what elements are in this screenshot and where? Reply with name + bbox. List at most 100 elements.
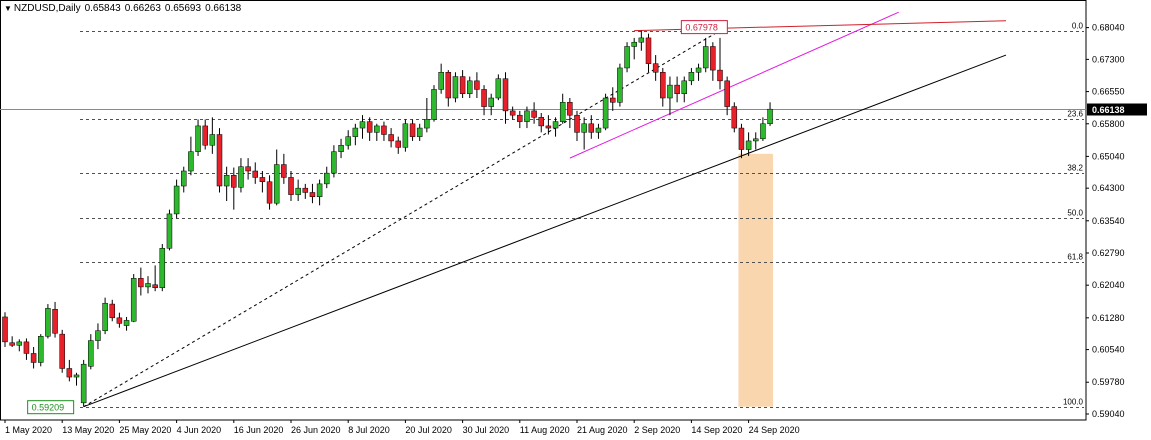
trendline-black[interactable] [83, 54, 1007, 408]
candle-body[interactable] [545, 125, 552, 129]
candle-body[interactable] [402, 123, 409, 148]
candle-body[interactable] [245, 166, 251, 172]
candle-body[interactable] [424, 119, 430, 129]
candle-body[interactable] [395, 140, 401, 148]
candle-body[interactable] [474, 80, 480, 90]
candle-body[interactable] [467, 80, 473, 94]
candle-body[interactable] [738, 127, 745, 150]
candle-body[interactable] [366, 121, 373, 133]
candle-body[interactable] [309, 192, 316, 198]
candle-body[interactable] [266, 181, 273, 204]
candle-body[interactable] [374, 125, 380, 133]
candle-body[interactable] [238, 166, 244, 188]
candle-body[interactable] [652, 63, 659, 73]
candle-body[interactable] [59, 333, 65, 369]
candle-body[interactable] [388, 134, 394, 142]
candle-body[interactable] [531, 110, 537, 118]
candle-body[interactable] [359, 121, 366, 129]
candle-body[interactable] [66, 368, 73, 378]
candle-body[interactable] [109, 303, 115, 319]
candle-body[interactable] [116, 317, 123, 324]
candle-body[interactable] [645, 37, 652, 64]
candle-body[interactable] [45, 308, 51, 337]
candle-body[interactable] [681, 80, 687, 94]
candle-body[interactable] [331, 151, 337, 174]
candle-body[interactable] [9, 342, 15, 346]
candle-body[interactable] [202, 125, 208, 146]
candle-body[interactable] [188, 151, 194, 172]
candle-body[interactable] [431, 89, 437, 120]
candle-body[interactable] [760, 123, 766, 140]
candle-body[interactable] [38, 336, 44, 363]
candle-body[interactable] [145, 283, 151, 288]
candle-body[interactable] [281, 164, 287, 178]
candle-body[interactable] [316, 183, 323, 198]
candle-body[interactable] [674, 84, 680, 94]
candle-body[interactable] [524, 110, 530, 122]
candle-body[interactable] [324, 172, 330, 185]
candle-body[interactable] [30, 353, 37, 363]
candle-body[interactable] [452, 76, 459, 99]
candle-body[interactable] [381, 125, 387, 135]
candle-body[interactable] [688, 72, 695, 82]
candle-body[interactable] [416, 127, 423, 137]
candle-body[interactable] [181, 170, 187, 187]
candle-body[interactable] [231, 175, 237, 188]
candle-body[interactable] [502, 78, 509, 112]
candle-body[interactable] [624, 46, 630, 69]
candle-body[interactable] [95, 330, 101, 341]
candle-body[interactable] [574, 114, 580, 133]
candle-body[interactable] [559, 102, 566, 122]
candle-body[interactable] [438, 72, 444, 90]
candle-body[interactable] [567, 102, 573, 116]
candle-body[interactable] [302, 187, 309, 193]
candle-body[interactable] [273, 164, 280, 204]
candle-body[interactable] [80, 363, 87, 404]
candle-body[interactable] [724, 80, 730, 107]
candle-body[interactable] [152, 284, 158, 289]
candle-body[interactable] [295, 187, 301, 195]
candle-body[interactable] [173, 185, 180, 215]
candle-body[interactable] [138, 278, 144, 288]
candle-body[interactable] [488, 97, 494, 107]
candle-body[interactable] [595, 127, 602, 133]
candle-body[interactable] [130, 278, 137, 322]
candle-body[interactable] [102, 302, 108, 331]
candle-body[interactable] [717, 69, 723, 82]
candle-body[interactable] [710, 46, 716, 71]
candle-body[interactable] [581, 123, 587, 133]
candle-body[interactable] [660, 72, 666, 99]
candle-body[interactable] [73, 374, 80, 378]
candle-body[interactable] [338, 144, 344, 152]
candle-body[interactable] [216, 134, 223, 187]
candle-body[interactable] [195, 125, 201, 152]
candle-body[interactable] [695, 67, 702, 73]
candle-body[interactable] [52, 308, 58, 334]
candle-body[interactable] [667, 84, 673, 99]
candle-body[interactable] [753, 138, 759, 142]
candle-body[interactable] [223, 175, 230, 187]
candle-body[interactable] [610, 97, 616, 103]
candle-body[interactable] [517, 114, 523, 122]
candle-body[interactable] [23, 341, 30, 354]
candle-body[interactable] [602, 97, 609, 129]
candle-body[interactable] [16, 341, 23, 346]
candle-body[interactable] [767, 108, 773, 125]
candle-body[interactable] [252, 170, 258, 178]
candle-body[interactable] [509, 110, 516, 116]
candle-body[interactable] [345, 136, 351, 146]
candle-body[interactable] [259, 177, 266, 182]
candle-body[interactable] [731, 106, 738, 129]
candle-body[interactable] [617, 67, 623, 103]
candle-body[interactable] [409, 123, 416, 137]
candle-body[interactable] [631, 41, 637, 47]
candle-body[interactable] [2, 316, 8, 343]
candle-body[interactable] [552, 121, 559, 129]
candle-body[interactable] [209, 134, 216, 146]
candle-body[interactable] [445, 72, 452, 99]
candle-body[interactable] [352, 127, 359, 137]
candlestick-chart[interactable]: 0.0 23.6 38.2 50.0 61.8 100.0 0.68040 0.67300 0.… [0, 0, 1151, 440]
candle-body[interactable] [159, 248, 166, 289]
candle-body[interactable] [495, 78, 502, 99]
candle-body[interactable] [588, 123, 595, 133]
